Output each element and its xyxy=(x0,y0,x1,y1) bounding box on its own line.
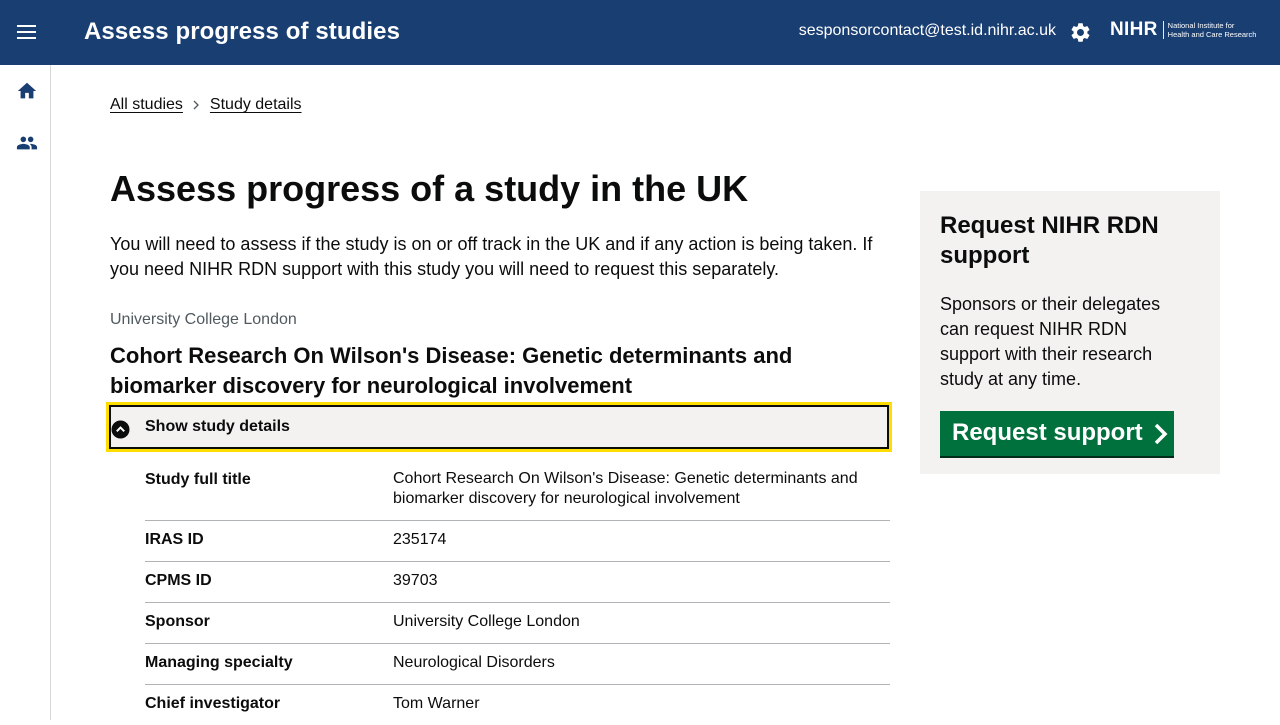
logo-main-text: NIHR xyxy=(1110,19,1158,40)
nihr-logo[interactable]: NIHR National Institute for Health and C… xyxy=(1110,19,1256,41)
side-navigation xyxy=(0,65,51,720)
logo-subtitle: National Institute for Health and Care R… xyxy=(1168,21,1257,39)
intro-text: You will need to assess if the study is … xyxy=(110,234,873,279)
summary-row: Managing specialty Neurological Disorder… xyxy=(145,644,890,685)
chevron-right-icon xyxy=(193,100,199,110)
organisation-caption: University College London xyxy=(110,311,297,328)
summary-row: Study full title Cohort Research On Wils… xyxy=(145,461,890,521)
summary-row: Chief investigator Tom Warner xyxy=(145,685,890,725)
home-icon[interactable] xyxy=(16,80,38,102)
app-title: Assess progress of studies xyxy=(84,18,401,45)
request-support-button[interactable]: Request support xyxy=(940,411,1174,456)
show-study-details-toggle[interactable]: Show study details xyxy=(106,402,892,452)
summary-key: Managing specialty xyxy=(145,654,293,671)
logo-divider xyxy=(1162,21,1164,39)
study-short-title: Cohort Research On Wilson's Disease: Gen… xyxy=(110,343,793,398)
breadcrumb-study-details[interactable]: Study details xyxy=(210,96,302,114)
summary-value: 39703 xyxy=(393,572,438,589)
details-toggle-label: Show study details xyxy=(145,418,290,435)
summary-value: Neurological Disorders xyxy=(393,654,555,671)
people-icon[interactable] xyxy=(16,132,38,154)
summary-row: CPMS ID 39703 xyxy=(145,562,890,603)
summary-value: University College London xyxy=(393,613,580,630)
gear-icon[interactable] xyxy=(1069,21,1092,44)
summary-value: Tom Warner xyxy=(393,695,480,712)
summary-key: Sponsor xyxy=(145,613,210,630)
user-email: sesponsorcontact@test.id.nihr.ac.uk xyxy=(798,22,1056,39)
panel-heading: Request NIHR RDN support xyxy=(940,212,1159,269)
breadcrumb: All studies Study details xyxy=(110,96,302,114)
panel-body: Sponsors or their delegates can request … xyxy=(940,294,1161,389)
logo-subtitle-line2: Health and Care Research xyxy=(1167,30,1257,39)
logo-subtitle-line1: National Institute for xyxy=(1167,21,1235,30)
summary-row: Sponsor University College London xyxy=(145,603,890,644)
top-header-bar: Assess progress of studies sesponsorcont… xyxy=(0,0,1280,65)
request-support-label: Request support xyxy=(952,419,1143,446)
summary-key: Study full title xyxy=(145,471,251,488)
summary-key: Chief investigator xyxy=(145,695,281,712)
request-support-panel: Request NIHR RDN support Sponsors or the… xyxy=(920,191,1220,474)
summary-value: Cohort Research On Wilson's Disease: Gen… xyxy=(393,470,858,507)
chevron-up-circle-icon xyxy=(111,420,130,439)
page-title: Assess progress of a study in the UK xyxy=(110,168,749,209)
summary-row: IRAS ID 235174 xyxy=(145,521,890,562)
breadcrumb-all-studies[interactable]: All studies xyxy=(110,96,183,114)
study-details-list: Study full title Cohort Research On Wils… xyxy=(145,461,890,725)
summary-key: IRAS ID xyxy=(145,531,204,548)
hamburger-menu-icon[interactable] xyxy=(16,22,38,42)
summary-value: 235174 xyxy=(393,531,447,548)
summary-key: CPMS ID xyxy=(145,572,212,589)
chevron-right-icon xyxy=(1154,423,1168,445)
